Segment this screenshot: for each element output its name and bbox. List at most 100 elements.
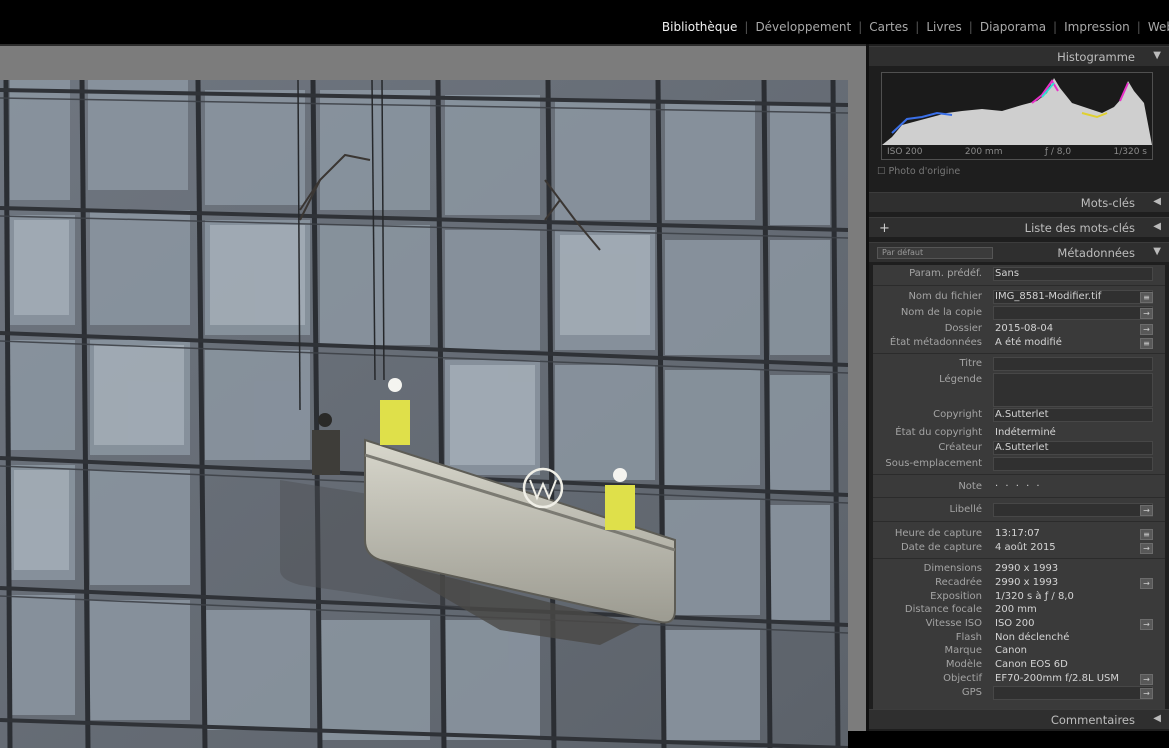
folder-value: 2015-08-04: [995, 323, 1054, 334]
module-book[interactable]: Livres: [919, 20, 968, 34]
folder-label: Dossier: [944, 323, 982, 334]
sublocation-field[interactable]: [993, 457, 1153, 471]
exposure-value: 1/320 s à ƒ / 8,0: [995, 591, 1074, 602]
copyname-label: Nom de la copie: [900, 307, 982, 318]
label-field[interactable]: [993, 503, 1153, 517]
lens-go-icon[interactable]: →: [1140, 674, 1153, 685]
edit-time-button[interactable]: ≡: [1140, 529, 1153, 540]
histogram-header[interactable]: Histogramme ▼: [869, 46, 1169, 66]
filename-value: IMG_8581-Modifier.tif: [995, 291, 1102, 302]
meta-row-filename: Nom du fichier IMG_8581-Modifier.tif ≡: [873, 290, 1165, 304]
caption-field[interactable]: [993, 373, 1153, 407]
meta-row-state: État métadonnées A été modifié ≡: [873, 336, 1165, 350]
meta-row-caption: Légende: [873, 373, 1165, 407]
meta-row-flash: Flash Non déclenché: [873, 631, 1165, 645]
go-to-folder-icon[interactable]: →: [1140, 324, 1153, 335]
capture-time-label: Heure de capture: [894, 528, 982, 539]
module-library[interactable]: Bibliothèque: [655, 20, 745, 34]
meta-row-label: Libellé →: [873, 503, 1165, 517]
iso-value: ISO 200: [995, 618, 1035, 629]
rename-button[interactable]: ≡: [1140, 292, 1153, 303]
expand-triangle-icon[interactable]: ◀: [1153, 221, 1161, 232]
crop-go-icon[interactable]: →: [1140, 578, 1153, 589]
state-value: A été modifié: [995, 337, 1062, 348]
collapse-triangle-icon[interactable]: ▼: [1153, 50, 1161, 61]
meta-row-focal: Distance focale 200 mm: [873, 603, 1165, 617]
flash-value: Non déclenché: [995, 632, 1070, 643]
copyright-state-select[interactable]: Indéterminé: [995, 427, 1056, 438]
rating-stars[interactable]: · · · · ·: [995, 481, 1042, 492]
make-label: Marque: [944, 645, 982, 656]
separator: [873, 558, 1165, 559]
meta-row-copyright: Copyright A.Sutterlet: [873, 408, 1165, 422]
module-picker: Bibliothèque | Développement | Cartes | Liv…: [655, 20, 1169, 34]
module-map[interactable]: Cartes: [862, 20, 915, 34]
meta-row-make: Marque Canon: [873, 644, 1165, 658]
meta-row-rating: Note · · · · ·: [873, 480, 1165, 494]
meta-row-preset: Param. prédéf. Sans: [873, 267, 1165, 281]
collapse-triangle-icon[interactable]: ▼: [1153, 246, 1161, 257]
module-print[interactable]: Impression: [1057, 20, 1137, 34]
go-to-date-icon[interactable]: →: [1140, 543, 1153, 554]
crop-value: 2990 x 1993: [995, 577, 1059, 588]
histo-iso: ISO 200: [887, 147, 923, 157]
keywords-header[interactable]: Mots-clés ◀: [869, 192, 1169, 212]
add-keyword-icon[interactable]: +: [879, 221, 890, 236]
module-develop[interactable]: Développement: [748, 20, 858, 34]
meta-row-folder: Dossier 2015-08-04 →: [873, 322, 1165, 336]
module-slideshow[interactable]: Diaporama: [973, 20, 1053, 34]
metadata-view-dropdown[interactable]: Par défaut: [877, 247, 993, 259]
checkbox-icon[interactable]: ☐: [877, 166, 889, 177]
flash-label: Flash: [955, 632, 982, 643]
separator: [873, 285, 1165, 286]
histogram-title: Histogramme: [1057, 50, 1135, 64]
creator-value: A.Sutterlet: [995, 442, 1049, 453]
meta-row-sublocation: Sous-emplacement: [873, 457, 1165, 471]
meta-row-iso: Vitesse ISO ISO 200 →: [873, 617, 1165, 631]
label-menu-button[interactable]: →: [1140, 505, 1153, 516]
histo-shutter: 1/320 s: [1113, 147, 1148, 157]
original-photo-toggle[interactable]: ☐ Photo d'origine: [877, 166, 960, 177]
metadata-panel: Param. prédéf. Sans Nom du fichier IMG_8…: [873, 265, 1165, 709]
copyright-state-label: État du copyright: [895, 427, 982, 438]
state-button[interactable]: ≡: [1140, 338, 1153, 349]
module-picker-bar: Bibliothèque | Développement | Cartes | Liv…: [0, 0, 1169, 44]
histogram-info: ISO 200 200 mm ƒ / 8,0 1/320 s: [881, 147, 1153, 157]
keyword-list-title: Liste des mots-clés: [1024, 221, 1135, 235]
state-label: État métadonnées: [889, 337, 982, 348]
title-field[interactable]: [993, 357, 1153, 371]
comments-header[interactable]: Commentaires ◀: [869, 709, 1169, 729]
meta-row-dimensions: Dimensions 2990 x 1993: [873, 562, 1165, 576]
model-value: Canon EOS 6D: [995, 659, 1068, 670]
lens-label: Objectif: [943, 673, 982, 684]
loupe-viewer[interactable]: [0, 46, 866, 748]
capture-time-value: 13:17:07: [995, 528, 1040, 539]
capture-date-label: Date de capture: [900, 542, 982, 553]
expand-triangle-icon[interactable]: ◀: [1153, 196, 1161, 207]
caption-label: Légende: [939, 374, 982, 385]
label-label: Libellé: [949, 504, 982, 515]
keywords-title: Mots-clés: [1080, 196, 1135, 210]
meta-row-capture-time: Heure de capture 13:17:07 ≡: [873, 527, 1165, 541]
meta-row-gps: GPS →: [873, 686, 1165, 700]
sublocation-label: Sous-emplacement: [885, 458, 982, 469]
dimensions-label: Dimensions: [923, 563, 982, 574]
iso-go-icon[interactable]: →: [1140, 619, 1153, 630]
meta-row-creator: Créateur A.Sutterlet: [873, 441, 1165, 455]
go-to-arrow-icon[interactable]: →: [1140, 308, 1153, 319]
meta-row-capture-date: Date de capture 4 août 2015 →: [873, 541, 1165, 555]
gps-field[interactable]: [993, 686, 1153, 700]
copyname-field[interactable]: [993, 306, 1153, 320]
meta-row-model: Modèle Canon EOS 6D: [873, 658, 1165, 672]
keyword-list-header[interactable]: Liste des mots-clés ◀: [869, 217, 1169, 237]
preset-label: Param. prédéf.: [909, 268, 982, 279]
meta-row-copyname: Nom de la copie →: [873, 306, 1165, 320]
right-panel: Histogramme ▼ ISO 200 200 mm ƒ / 8,0 1/3…: [869, 44, 1169, 731]
dimensions-value: 2990 x 1993: [995, 563, 1059, 574]
separator: [873, 474, 1165, 475]
expand-triangle-icon[interactable]: ◀: [1153, 713, 1161, 724]
photo-preview[interactable]: [0, 80, 848, 748]
gps-go-icon[interactable]: →: [1140, 688, 1153, 699]
iso-label: Vitesse ISO: [925, 618, 982, 629]
module-web[interactable]: Web: [1141, 20, 1169, 34]
